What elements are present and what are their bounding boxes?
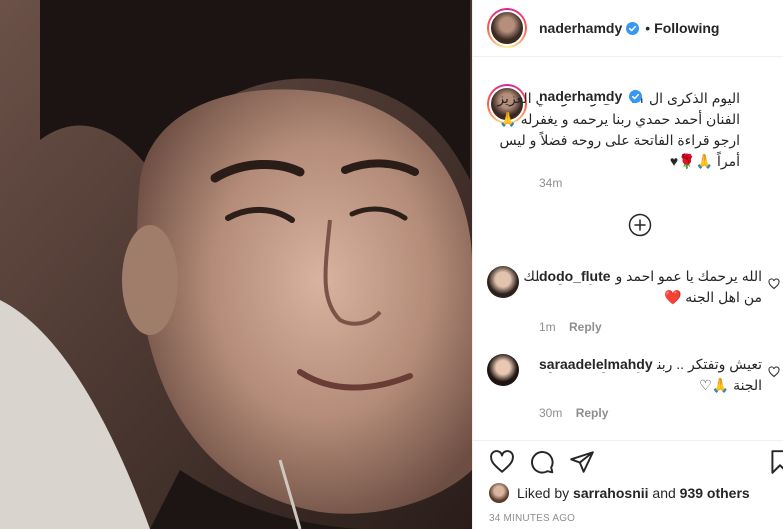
comment-meta: 30m Reply xyxy=(539,406,608,420)
comment-meta: 1m Reply xyxy=(539,320,602,334)
comment-time[interactable]: 1m xyxy=(539,320,556,334)
caption-username[interactable]: naderhamdy xyxy=(539,88,627,104)
comment-item: dodo_flute الله يرحمك يا عمو احمد ويغفر … xyxy=(487,266,783,336)
portrait-image xyxy=(0,0,472,529)
author-username[interactable]: naderhamdy xyxy=(539,20,622,36)
caption-time[interactable]: 34m xyxy=(539,176,562,190)
liker-username[interactable]: sarrahosnii xyxy=(573,485,648,501)
commenter-username[interactable]: dodo_flute xyxy=(539,268,615,284)
paper-plane-icon[interactable] xyxy=(569,449,595,475)
comment-time[interactable]: 30m xyxy=(539,406,562,420)
liker-avatar[interactable] xyxy=(489,483,509,503)
post-photo[interactable] xyxy=(0,0,472,529)
commenter-avatar[interactable] xyxy=(487,266,519,298)
commenter-username[interactable]: saraadelelmahdy xyxy=(539,356,657,372)
likes-prefix: Liked by xyxy=(517,485,570,501)
following-button[interactable]: Following xyxy=(654,20,719,36)
reply-button[interactable]: Reply xyxy=(576,406,609,420)
post-side-panel: naderhamdy • Following اليوم الذكرى ال ٢… xyxy=(472,0,783,529)
header-separator: • xyxy=(645,20,651,36)
verified-badge-icon xyxy=(629,90,642,103)
post-header: naderhamdy • Following xyxy=(473,0,783,57)
comment-item: saraadelelmahdy تعيش وتفتكر .. ربنا يرحم… xyxy=(487,354,783,424)
bookmark-icon[interactable] xyxy=(767,449,783,475)
action-bar xyxy=(473,440,783,480)
verified-badge-icon xyxy=(626,21,640,35)
comment-like-heart-icon[interactable] xyxy=(768,278,780,290)
plus-circle-icon[interactable] xyxy=(628,213,652,237)
reply-button[interactable]: Reply xyxy=(569,320,602,334)
commenter-avatar[interactable] xyxy=(487,354,519,386)
likes-others-link[interactable]: 939 others xyxy=(680,485,750,501)
likes-summary: Liked by sarrahosnii and 939 others xyxy=(489,483,750,503)
post-timestamp[interactable]: 34 MINUTES AGO xyxy=(489,513,575,524)
likes-and: and xyxy=(652,485,676,501)
author-avatar[interactable] xyxy=(487,8,527,48)
comment-like-heart-icon[interactable] xyxy=(768,366,780,378)
comment-bubble-icon[interactable] xyxy=(529,449,555,475)
heart-icon[interactable] xyxy=(489,449,515,475)
